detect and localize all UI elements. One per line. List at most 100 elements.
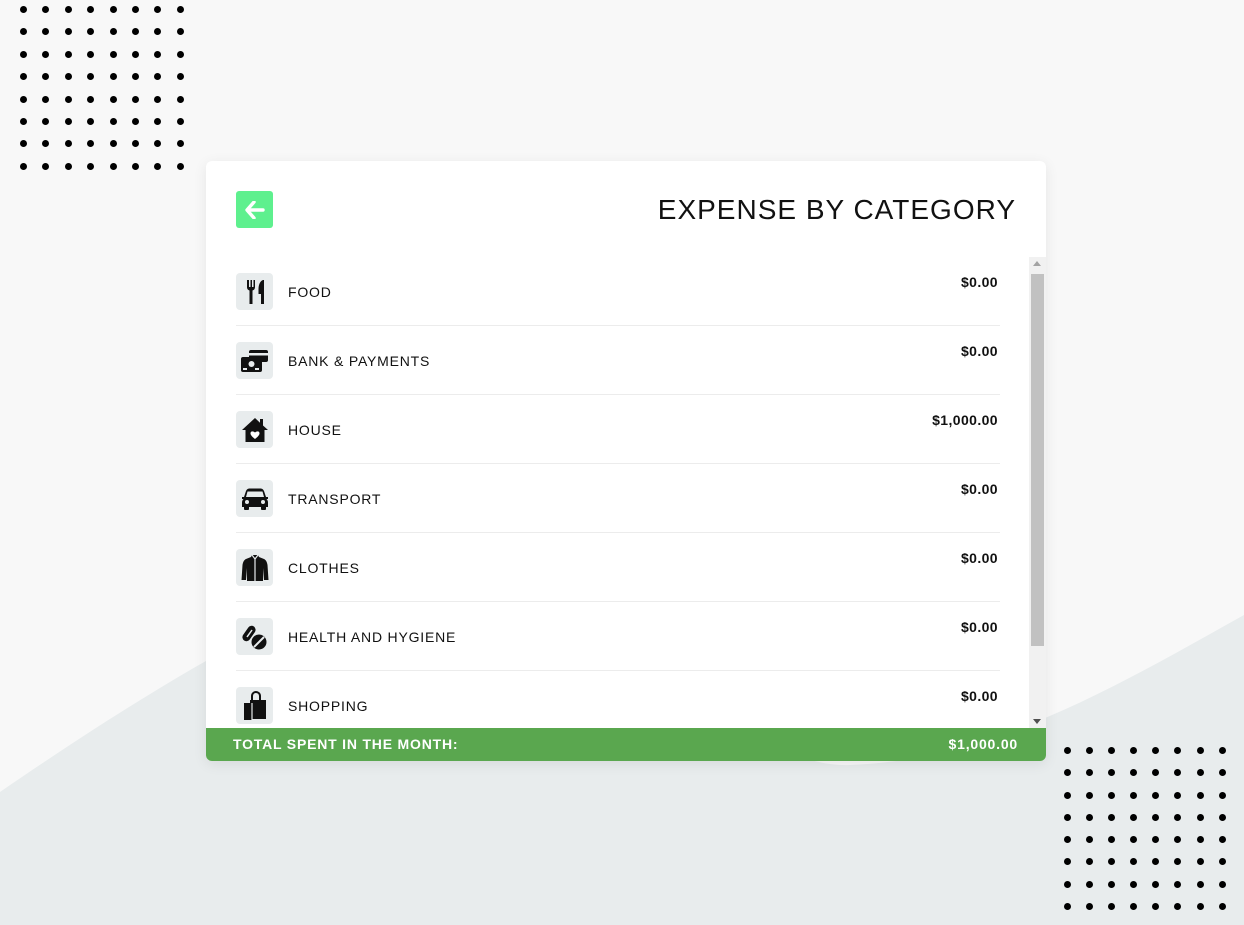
decor-dot: [1130, 769, 1138, 777]
back-button[interactable]: [236, 191, 273, 228]
decor-dot: [109, 117, 117, 125]
decor-dot: [87, 140, 95, 148]
category-row-shopping[interactable]: SHOPPING $0.00: [236, 671, 1000, 728]
category-row-transport[interactable]: TRANSPORT $0.00: [236, 464, 1000, 533]
decor-dot: [1130, 791, 1138, 799]
scrollbar-thumb[interactable]: [1031, 274, 1044, 646]
decor-dot: [1108, 858, 1116, 866]
decor-dot: [176, 50, 184, 58]
category-label: SHOPPING: [288, 698, 369, 714]
decor-dot: [1152, 769, 1160, 777]
decor-dot: [1196, 836, 1204, 844]
decor-dot: [1174, 858, 1182, 866]
category-row-health-hygiene[interactable]: HEALTH AND HYGIENE $0.00: [236, 602, 1000, 671]
decor-dot: [1086, 769, 1094, 777]
decor-dot: [1174, 769, 1182, 777]
decor-dot: [154, 28, 162, 36]
decor-dot: [1064, 769, 1071, 777]
decor-dot: [154, 162, 162, 170]
decor-dot: [1152, 747, 1160, 754]
decor-dot: [1086, 791, 1094, 799]
decor-dot: [131, 140, 139, 148]
decor-dot: [109, 95, 117, 103]
decor-dot: [64, 117, 72, 125]
decor-dot: [1218, 880, 1226, 888]
scrollbar[interactable]: [1029, 257, 1046, 728]
decor-dot: [131, 28, 139, 36]
decor-dot: [1196, 747, 1204, 754]
decor-dot: [109, 50, 117, 58]
decor-dot: [1152, 858, 1160, 866]
category-amount: $0.00: [960, 619, 998, 635]
decor-dot: [1196, 769, 1204, 777]
category-amount: $0.00: [960, 688, 998, 704]
decor-dot: [176, 6, 184, 13]
arrow-left-icon: [244, 200, 265, 219]
decor-dot: [87, 6, 95, 13]
category-amount: $0.00: [960, 274, 998, 290]
decor-dot: [109, 73, 117, 81]
decor-dot: [1064, 858, 1071, 866]
category-row-clothes[interactable]: CLOTHES $0.00: [236, 533, 1000, 602]
decor-dot: [176, 73, 184, 81]
decor-dot: [87, 95, 95, 103]
decor-dot: [64, 162, 72, 170]
decor-dot: [1130, 813, 1138, 821]
decor-dot: [42, 73, 50, 81]
category-row-house[interactable]: HOUSE $1,000.00: [236, 395, 1000, 464]
decor-dot: [87, 73, 95, 81]
decor-dot: [64, 50, 72, 58]
decor-dot: [1064, 880, 1071, 888]
decor-dot: [1064, 836, 1071, 844]
decor-dot: [1174, 813, 1182, 821]
decor-dot: [64, 73, 72, 81]
scroll-up-arrow-icon[interactable]: [1033, 261, 1041, 266]
decor-dot: [1086, 747, 1094, 754]
decor-dot: [42, 140, 50, 148]
category-amount: $0.00: [960, 481, 998, 497]
decor-dot: [1218, 791, 1226, 799]
house-icon: [236, 411, 273, 448]
scroll-down-arrow-icon[interactable]: [1033, 719, 1041, 724]
decor-dot: [109, 140, 117, 148]
decor-dot: [20, 6, 27, 13]
category-label: FOOD: [288, 284, 332, 300]
decor-dot: [42, 117, 50, 125]
decor-dot: [42, 50, 50, 58]
category-row-food[interactable]: FOOD $0.00: [236, 257, 1000, 326]
decor-dot: [1108, 813, 1116, 821]
decor-dot: [20, 117, 27, 125]
credit-card-icon: [236, 342, 273, 379]
category-amount: $0.00: [960, 550, 998, 566]
decor-dot: [154, 50, 162, 58]
dot-pattern-bottom-right: [1064, 747, 1226, 911]
decor-dot: [1108, 903, 1116, 911]
decor-dot: [20, 50, 27, 58]
decor-dot: [1218, 836, 1226, 844]
shopping-bag-icon: [236, 687, 273, 724]
decor-dot: [42, 6, 50, 13]
decor-dot: [64, 95, 72, 103]
decor-dot: [87, 50, 95, 58]
decor-dot: [1064, 791, 1071, 799]
dot-pattern-top-left: [20, 6, 184, 170]
pills-icon: [236, 618, 273, 655]
decor-dot: [1152, 880, 1160, 888]
decor-dot: [1064, 903, 1071, 911]
decor-dot: [1196, 858, 1204, 866]
decor-dot: [1218, 747, 1226, 754]
decor-dot: [131, 162, 139, 170]
category-list: FOOD $0.00 BANK & PAYMENTS $0.00 HOUSE $…: [236, 257, 1030, 728]
decor-dot: [154, 73, 162, 81]
decor-dot: [20, 73, 27, 81]
decor-dot: [176, 162, 184, 170]
decor-dot: [1064, 813, 1071, 821]
decor-dot: [1130, 747, 1138, 754]
decor-dot: [131, 73, 139, 81]
category-row-bank-payments[interactable]: BANK & PAYMENTS $0.00: [236, 326, 1000, 395]
decor-dot: [1064, 747, 1071, 754]
decor-dot: [20, 28, 27, 36]
decor-dot: [1108, 880, 1116, 888]
decor-dot: [1152, 813, 1160, 821]
decor-dot: [64, 140, 72, 148]
